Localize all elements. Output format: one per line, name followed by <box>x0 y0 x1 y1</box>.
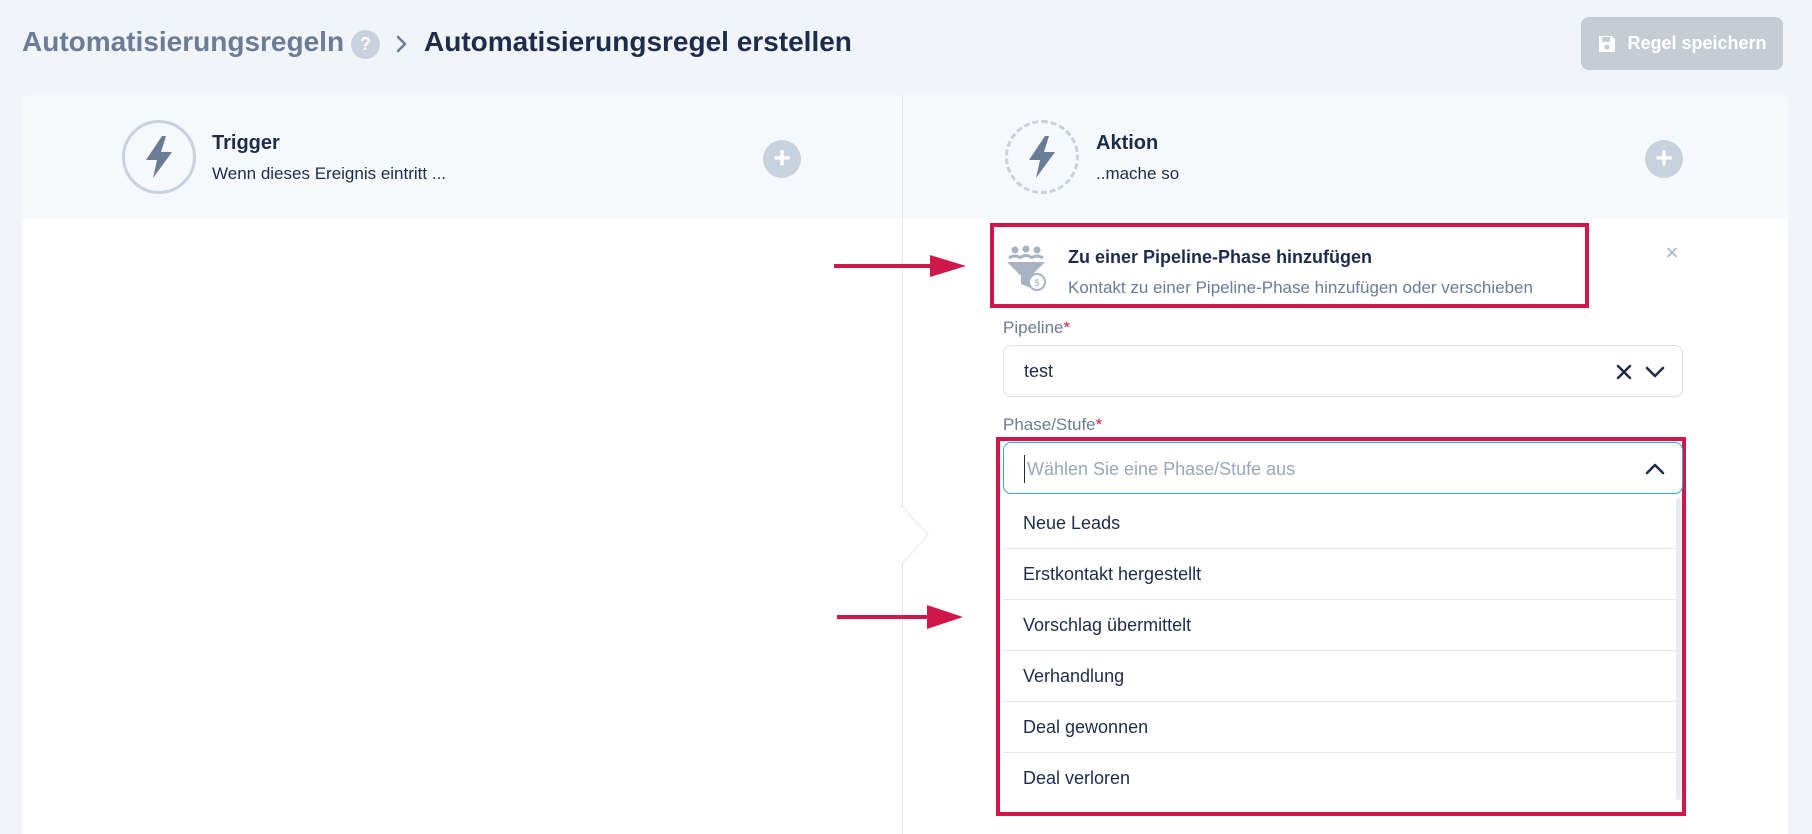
trigger-subtitle: Wenn dieses Ereignis eintritt ... <box>212 164 447 183</box>
chevron-down-icon[interactable] <box>1644 362 1666 382</box>
phase-label: Phase/Stufe* <box>1003 415 1103 434</box>
pipeline-select[interactable]: test <box>1003 345 1683 397</box>
chevron-right-icon <box>396 35 407 53</box>
phase-option[interactable]: Deal gewonnen <box>1003 702 1676 753</box>
close-icon[interactable]: × <box>1661 242 1683 264</box>
selected-action-title: Zu einer Pipeline-Phase hinzufügen <box>1068 247 1373 267</box>
options-scrollbar[interactable] <box>1676 498 1681 800</box>
pipeline-label: Pipeline* <box>1003 318 1071 337</box>
save-rule-button[interactable]: Regel speichern <box>1581 17 1783 70</box>
trigger-step-circle[interactable] <box>122 120 196 194</box>
steps-header <box>22 95 1788 219</box>
clear-selection-icon[interactable] <box>1614 361 1634 383</box>
chevron-up-icon[interactable] <box>1644 459 1666 479</box>
help-icon[interactable]: ? <box>351 30 380 59</box>
add-trigger-button[interactable]: + <box>763 140 801 178</box>
phase-option[interactable]: Vorschlag übermittelt <box>1003 600 1676 651</box>
phase-option[interactable]: Deal verloren <box>1003 753 1676 800</box>
trigger-title: Trigger <box>212 132 280 154</box>
action-title: Aktion <box>1096 132 1159 154</box>
pipeline-funnel-icon: $ <box>1007 245 1046 291</box>
lightning-icon <box>146 136 172 178</box>
page-title: Automatisierungsregel erstellen <box>424 26 852 57</box>
action-step-circle[interactable] <box>1005 120 1079 194</box>
column-divider <box>902 95 903 834</box>
selected-action-description: Kontakt zu einer Pipeline-Phase hinzufüg… <box>1068 278 1533 297</box>
phase-option[interactable]: Neue Leads <box>1003 498 1676 549</box>
phase-option[interactable]: Verhandlung <box>1003 651 1676 702</box>
floppy-disk-icon <box>1599 35 1616 52</box>
phase-select[interactable] <box>1003 442 1683 494</box>
phase-search-input[interactable] <box>1024 455 1624 483</box>
add-action-button[interactable]: + <box>1645 140 1683 178</box>
svg-text:$: $ <box>1034 278 1040 289</box>
phase-option[interactable]: Erstkontakt hergestellt <box>1003 549 1676 600</box>
lightning-cycle-icon <box>1029 136 1055 178</box>
annotation-arrow-top <box>834 255 966 277</box>
divider-notch <box>900 505 929 565</box>
breadcrumb-parent[interactable]: Automatisierungsregeln <box>22 26 344 58</box>
action-subtitle: ..mache so <box>1096 164 1180 183</box>
annotation-arrow-bottom <box>837 605 963 629</box>
page-header: Automatisierungsregeln ? Automatisierung… <box>0 0 1812 88</box>
save-button-label: Regel speichern <box>1627 33 1767 53</box>
pipeline-select-value: test <box>1024 361 1054 381</box>
phase-options-list: Neue Leads Erstkontakt hergestellt Vorsc… <box>1003 498 1676 800</box>
